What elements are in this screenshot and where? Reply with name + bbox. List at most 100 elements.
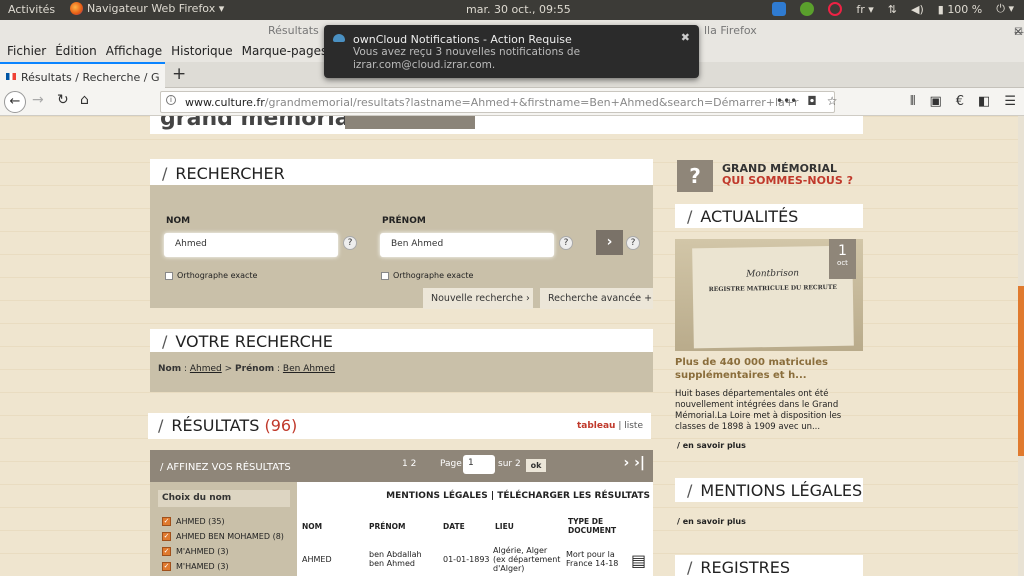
activities-button[interactable]: Activités: [8, 3, 55, 16]
page-label: Page: [440, 459, 462, 469]
mentions-heading: / MENTIONS LÉGALES: [675, 478, 863, 502]
date-day: 1: [838, 243, 847, 259]
scroll-thumb[interactable]: [1018, 286, 1024, 456]
choice-title: Choix du nom: [158, 490, 290, 507]
filter-item[interactable]: ✓ AHMED (35): [162, 517, 225, 526]
close-icon[interactable]: ✕: [1014, 27, 1022, 38]
nom-link[interactable]: Ahmed: [190, 364, 222, 374]
extension-icon[interactable]: €: [956, 94, 964, 109]
filter-item-label: M'AHMED (3): [176, 547, 229, 556]
refine-title: / AFFINEZ VOS RÉSULTATS: [160, 462, 291, 473]
view-list-link[interactable]: liste: [624, 421, 643, 431]
forward-button[interactable]: →: [32, 92, 44, 108]
date-month: oct: [837, 259, 848, 267]
new-search-button[interactable]: Nouvelle recherche ›: [423, 288, 533, 309]
page-actions-icon[interactable]: •••: [776, 94, 797, 108]
pocket-icon[interactable]: ◘: [807, 94, 817, 108]
alarm-icon[interactable]: [828, 2, 843, 16]
hamburger-menu-icon[interactable]: ☰: [1004, 94, 1016, 109]
app-menu[interactable]: Navigateur Web Firefox ▾: [70, 2, 224, 15]
registres-heading: / REGISTRES: [675, 555, 863, 576]
search-summary: Nom : Ahmed > Prénom : Ben Ahmed: [150, 352, 653, 392]
votre-recherche-title: VOTRE RECHERCHE: [175, 332, 333, 351]
sync-icon[interactable]: [800, 2, 815, 16]
library-icon[interactable]: ⫴: [910, 94, 915, 109]
question-icon: ?: [677, 160, 713, 192]
votre-recherche-heading: / VOTRE RECHERCHE: [150, 329, 653, 352]
view-table-link[interactable]: tableau: [577, 421, 616, 431]
home-button[interactable]: ⌂: [80, 92, 89, 108]
rechercher-heading: / RECHERCHER: [150, 159, 653, 185]
page-numbers[interactable]: 1 2: [402, 459, 416, 469]
menu-affichage[interactable]: Affichage: [103, 40, 168, 62]
nom-help-icon[interactable]: ?: [343, 236, 357, 250]
page-scrollbar[interactable]: [1018, 116, 1024, 576]
nom-label: NOM: [166, 216, 191, 226]
battery-indicator[interactable]: ▮ 100 %: [938, 3, 983, 16]
page-ok-button[interactable]: ok: [526, 459, 546, 472]
menu-fichier[interactable]: Fichier: [4, 40, 52, 62]
network-icon[interactable]: ⇅: [888, 3, 897, 16]
gm-link[interactable]: GRAND MÉMORIAL QUI SOMMES-NOUS ?: [722, 163, 853, 187]
flag-icon: [6, 73, 16, 80]
volume-icon[interactable]: ◀): [911, 3, 924, 16]
app-menu-label: Navigateur Web Firefox ▾: [87, 2, 225, 15]
search-submit-button[interactable]: ›: [596, 230, 623, 255]
search-form: NOM Ahmed ? PRÉNOM Ben Ahmed ? › ? Ortho…: [150, 185, 653, 309]
language-indicator[interactable]: fr ▾: [856, 3, 873, 16]
new-tab-button[interactable]: +: [172, 64, 186, 84]
news-more-link[interactable]: / en savoir plus: [677, 441, 746, 450]
filter-item[interactable]: ✓ M'AHMED (3): [162, 547, 229, 556]
prenom-link[interactable]: Ben Ahmed: [283, 364, 335, 374]
reload-button[interactable]: ↻: [57, 92, 69, 108]
sidebar-icon[interactable]: ▣: [929, 94, 941, 109]
submit-help-icon[interactable]: ?: [626, 236, 640, 250]
view-switch: tableau | liste: [577, 421, 643, 431]
menu-edition[interactable]: Édition: [52, 40, 103, 62]
page-input[interactable]: 1: [463, 455, 495, 474]
advanced-search-button[interactable]: Recherche avancée +: [540, 288, 653, 309]
mentions-more-link[interactable]: / en savoir plus: [677, 517, 746, 526]
header-image: [345, 116, 475, 129]
news-title[interactable]: Plus de 440 000 matricules supplémentair…: [675, 356, 863, 382]
notification-close-icon[interactable]: ✖: [681, 31, 690, 44]
clock[interactable]: mar. 30 oct., 09:55: [466, 3, 571, 16]
date-badge: 1 oct: [829, 239, 856, 279]
filter-item[interactable]: ✓ AHMED BEN MOHAMED (8): [162, 532, 284, 541]
url-bar[interactable]: www.culture.fr/grandmemorial/resultats?l…: [160, 91, 835, 113]
window-title-right: lla Firefox: [704, 24, 757, 37]
notification-body: Vous avez reçu 3 nouvelles notifications…: [353, 46, 581, 71]
dropbox-icon[interactable]: [772, 2, 787, 16]
view-sep: |: [618, 421, 622, 431]
filter-item-label: M'HAMED (3): [176, 562, 229, 571]
tab-resultats[interactable]: Résultats / Recherche / G: [0, 62, 165, 88]
notification-popup[interactable]: ownCloud Notifications - Action Requise …: [324, 25, 699, 78]
filter-bar: / AFFINEZ VOS RÉSULTATS 1 2 Page 1 sur 2…: [150, 450, 653, 482]
nom-input[interactable]: Ahmed: [164, 233, 338, 257]
menu-marque-pages[interactable]: Marque-pages: [239, 40, 334, 62]
prenom-input[interactable]: Ben Ahmed: [380, 233, 554, 257]
menu-historique[interactable]: Historique: [168, 40, 239, 62]
nom-exact-label: Orthographe exacte: [177, 271, 258, 280]
results-heading: / RÉSULTATS (96) tableau | liste: [148, 413, 651, 439]
nom-exact-checkbox[interactable]: Orthographe exacte: [165, 271, 257, 280]
filter-item[interactable]: ✓ M'HAMED (3): [162, 562, 229, 571]
document-icon[interactable]: ▤: [631, 551, 646, 570]
power-menu-icon[interactable]: ⏻ ▾: [996, 2, 1014, 16]
prenom-exact-checkbox[interactable]: Orthographe exacte: [381, 271, 473, 280]
table-links[interactable]: MENTIONS LÉGALES | TÉLÉCHARGER LES RÉSUL…: [297, 491, 650, 501]
next-page-icon[interactable]: › ›|: [623, 455, 645, 471]
site-logo[interactable]: grand mémorial: [160, 116, 357, 131]
site-header: grand mémorial: [150, 116, 863, 134]
prenom-help-icon[interactable]: ?: [559, 236, 573, 250]
back-button[interactable]: ←: [4, 91, 26, 113]
prenom-key: Prénom: [235, 364, 275, 374]
bookmark-star-icon[interactable]: ☆: [827, 94, 838, 108]
ext2-icon[interactable]: ◧: [978, 94, 990, 109]
nom-key: Nom: [158, 364, 182, 374]
crumb-sep: >: [224, 364, 233, 374]
col-date: DATE: [443, 522, 465, 531]
results-count: (96): [264, 416, 298, 435]
cell-nom: AHMED: [302, 555, 332, 564]
info-icon[interactable]: i: [166, 95, 176, 105]
